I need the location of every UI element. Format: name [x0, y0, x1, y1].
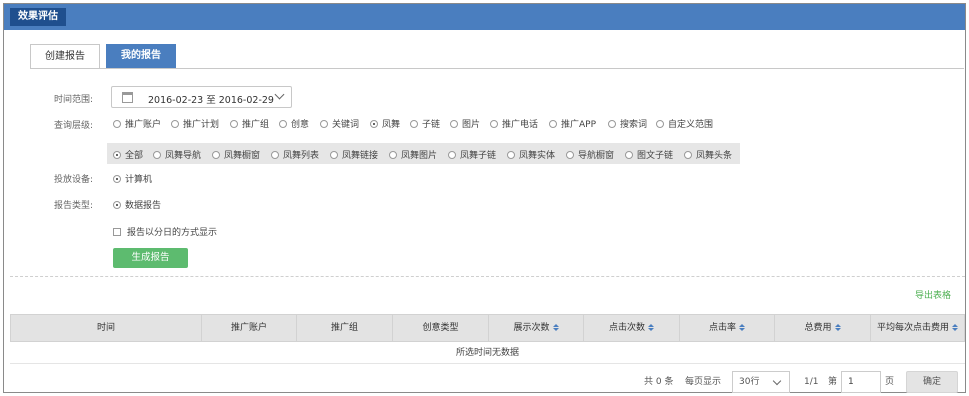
page-info: 1/1 — [804, 377, 819, 387]
radio-level-creative[interactable]: 创意 — [279, 117, 309, 130]
radio-level-account[interactable]: 推广账户 — [113, 117, 161, 130]
confirm-button[interactable]: 确定 — [906, 371, 958, 393]
radio-level-app[interactable]: 推广APP — [549, 117, 596, 130]
per-page-select[interactable]: 30行 — [732, 371, 790, 393]
radio-fengwu-nav[interactable]: 凤舞导航 — [153, 148, 201, 161]
by-day-checkbox-label: 报告以分日的方式显示 — [127, 228, 218, 238]
query-level-label: 查询层级: — [54, 121, 94, 131]
col-group: 推广组 — [297, 315, 393, 341]
calendar-icon — [122, 92, 133, 103]
goto-page-input[interactable]: 1 — [841, 371, 881, 393]
col-avg-cpc[interactable]: 平均每次点击费用 — [871, 315, 964, 341]
empty-state-text: 所选时间无数据 — [10, 342, 965, 364]
radio-level-sublink[interactable]: 子链 — [410, 117, 440, 130]
radio-report-type-data[interactable]: 数据报告 — [113, 198, 161, 211]
radio-level-fengwu[interactable]: 凤舞 — [370, 117, 400, 130]
radio-level-phone[interactable]: 推广电话 — [490, 117, 538, 130]
radio-level-group[interactable]: 推广组 — [230, 117, 269, 130]
sort-icon — [834, 324, 841, 331]
radio-image-text-sublink[interactable]: 图文子链 — [625, 148, 673, 161]
header-bar: 效果评估 — [4, 4, 965, 30]
col-time: 时间 — [11, 315, 202, 341]
col-creative-type: 创意类型 — [393, 315, 489, 341]
radio-nav-window[interactable]: 导航橱窗 — [566, 148, 614, 161]
table-header: 时间 推广账户 推广组 创意类型 展示次数 点击次数 点击率 总费用 平均每次点… — [10, 314, 965, 342]
report-window: 效果评估 创建报告 我的报告 时间范围: 2016-02-23 至 2016-0… — [3, 3, 966, 393]
col-account: 推广账户 — [202, 315, 297, 341]
radio-fengwu-image[interactable]: 凤舞图片 — [389, 148, 437, 161]
by-day-checkbox[interactable] — [113, 228, 121, 236]
date-range-value: 2016-02-23 至 2016-02-29 — [148, 95, 274, 106]
radio-device-computer[interactable]: 计算机 — [113, 172, 152, 185]
sort-icon — [648, 324, 654, 331]
radio-level-custom[interactable]: 自定义范围 — [656, 117, 713, 130]
col-impressions[interactable]: 展示次数 — [489, 315, 584, 341]
radio-fengwu-all[interactable]: 全部 — [113, 148, 143, 161]
sort-icon — [952, 324, 958, 331]
radio-fengwu-link[interactable]: 凤舞链接 — [330, 148, 378, 161]
goto-prefix: 第 — [828, 377, 838, 387]
col-clicks[interactable]: 点击次数 — [584, 315, 680, 341]
sort-icon — [552, 324, 559, 331]
header-title: 效果评估 — [10, 8, 66, 26]
radio-level-keyword[interactable]: 关键词 — [320, 117, 359, 130]
date-range-picker[interactable]: 2016-02-23 至 2016-02-29 — [111, 86, 292, 108]
generate-report-button[interactable]: 生成报告 — [113, 248, 188, 268]
tab-my-reports[interactable]: 我的报告 — [106, 44, 176, 69]
col-total-cost[interactable]: 总费用 — [775, 315, 871, 341]
radio-level-image[interactable]: 图片 — [450, 117, 480, 130]
radio-fengwu-list[interactable]: 凤舞列表 — [271, 148, 319, 161]
per-page-label: 每页显示 — [685, 377, 722, 387]
radio-fengwu-entity[interactable]: 凤舞实体 — [507, 148, 555, 161]
export-table-link[interactable]: 导出表格 — [915, 288, 951, 301]
time-range-label: 时间范围: — [54, 95, 94, 105]
device-label: 投放设备: — [54, 175, 94, 185]
chevron-down-icon — [274, 89, 285, 100]
section-divider — [10, 276, 965, 277]
pagination-total: 共 0 条 — [644, 377, 674, 387]
radio-fengwu-headline[interactable]: 凤舞头条 — [684, 148, 732, 161]
report-type-label: 报告类型: — [54, 201, 94, 211]
radio-level-search-term[interactable]: 搜索词 — [608, 117, 647, 130]
tab-create-report[interactable]: 创建报告 — [30, 44, 100, 69]
col-ctr[interactable]: 点击率 — [680, 315, 775, 341]
per-page-value: 30行 — [739, 377, 760, 387]
radio-fengwu-window[interactable]: 凤舞橱窗 — [212, 148, 260, 161]
tab-divider — [30, 68, 964, 69]
radio-fengwu-sublink[interactable]: 凤舞子链 — [448, 148, 496, 161]
goto-suffix: 页 — [885, 377, 895, 387]
sort-icon — [739, 324, 745, 331]
radio-level-plan[interactable]: 推广计划 — [171, 117, 219, 130]
chevron-down-icon — [772, 376, 782, 386]
